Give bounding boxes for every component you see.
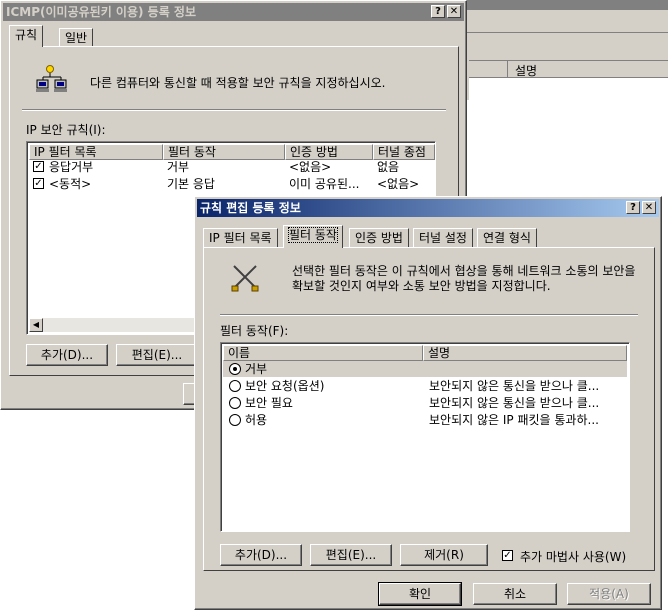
column-header-name[interactable]: 이름: [223, 345, 423, 361]
filter-action-radio[interactable]: [229, 414, 241, 426]
inner-dialog: 규칙 편집 등록 정보 ? ✕ IP 필터 목록 필터 동작 인증 방법 터널 …: [194, 196, 662, 610]
ok-button[interactable]: 확인: [378, 582, 462, 606]
column-header-description[interactable]: 설명: [423, 345, 627, 361]
cancel-button[interactable]: 취소: [473, 583, 557, 605]
rule-auth: 이미 공유된...: [289, 177, 360, 191]
rule-auth: <없음>: [289, 160, 332, 174]
rule-row[interactable]: ✓ <동적> 기본 응답 이미 공유된... <없음>: [29, 176, 435, 192]
rule-filter-list: <동적>: [49, 177, 92, 191]
filter-action-desc: 보안되지 않은 통신을 받으나 클...: [429, 396, 600, 410]
inner-title: 규칙 편집 등록 정보: [200, 201, 301, 215]
filter-action-radio[interactable]: [229, 397, 241, 409]
network-computers-icon: [36, 63, 70, 93]
rule-row[interactable]: ✓ 응답거부 거부 <없음> 없음: [29, 159, 435, 175]
filter-action-radio[interactable]: [229, 380, 241, 392]
column-header-action[interactable]: 필터 동작: [163, 144, 285, 160]
tab-auth-method[interactable]: 인증 방법: [349, 228, 409, 248]
horizontal-scrollbar[interactable]: ◀: [29, 318, 209, 332]
rule-tunnel: 없음: [377, 160, 400, 174]
rule-action: 기본 응답: [167, 177, 215, 191]
filter-action-name: 보안 필요: [245, 396, 293, 410]
filter-action-radio[interactable]: [229, 363, 241, 375]
inner-add-button[interactable]: 추가(D)...: [220, 544, 302, 566]
outer-separator: [22, 109, 446, 111]
column-header-filter-list[interactable]: IP 필터 목록: [29, 144, 163, 160]
inner-help-button[interactable]: ?: [626, 201, 640, 214]
filter-action-desc: 보안되지 않은 통신을 받으나 클...: [429, 379, 600, 393]
filter-actions-list[interactable]: 이름 설명 거부 보안 요청(옵션) 보안되지 않은 통신을 받으나 클... …: [220, 342, 630, 532]
background-window: 설명: [460, 0, 668, 101]
inner-description: 선택한 필터 동작은 이 규칙에서 협상을 통해 네트워크 소통의 보안을 확보…: [292, 264, 636, 293]
rule-filter-list: 응답거부: [49, 160, 94, 174]
rules-label: IP 보안 규칙(I):: [26, 123, 106, 137]
tab-filter-action-label: 필터 동작: [288, 227, 338, 243]
tab-ip-filter-list[interactable]: IP 필터 목록: [203, 228, 278, 248]
remove-button[interactable]: 제거(R): [400, 544, 488, 566]
outer-title: ICMP(이미공유된키 이용) 등록 정보: [6, 5, 196, 19]
filter-action-name: 허용: [245, 413, 268, 427]
wizard-checkbox-label[interactable]: 추가 마법사 사용(W): [520, 548, 626, 565]
background-column-label: 설명: [515, 64, 538, 78]
background-title-bar: [461, 0, 668, 10]
filter-action-desc: 보안되지 않은 IP 패킷을 통과하...: [429, 413, 599, 427]
rule-action: 거부: [167, 160, 190, 174]
outer-description: 다른 컴퓨터와 통신할 때 적용할 보안 규칙을 지정하십시오.: [90, 76, 386, 90]
background-list: 설명: [469, 60, 668, 101]
tab-connection-type[interactable]: 연결 형식: [477, 228, 537, 248]
filter-action-name: 보안 요청(옵션): [245, 379, 325, 393]
column-header-tunnel[interactable]: 터널 종점: [373, 144, 435, 160]
filter-action-icon: [230, 262, 262, 294]
outer-edit-button[interactable]: 편집(E)...: [116, 344, 198, 366]
column-header-auth[interactable]: 인증 방법: [285, 144, 373, 160]
outer-tab-general[interactable]: 일반: [59, 28, 94, 48]
outer-tab-rules[interactable]: 규칙: [9, 25, 44, 47]
filter-action-row[interactable]: 보안 필요 보안되지 않은 통신을 받으나 클...: [223, 395, 627, 411]
inner-tab-panel: 선택한 필터 동작은 이 규칙에서 협상을 통해 네트워크 소통의 보안을 확보…: [203, 247, 655, 571]
rule-checkbox[interactable]: ✓: [33, 178, 44, 189]
filter-action-row[interactable]: 거부: [223, 361, 627, 377]
inner-separator: [220, 314, 638, 316]
inner-title-bar[interactable]: 규칙 편집 등록 정보 ? ✕: [197, 199, 659, 217]
filter-actions-label: 필터 동작(F):: [220, 324, 289, 338]
apply-button[interactable]: 적용(A): [567, 583, 651, 605]
rule-checkbox[interactable]: ✓: [33, 161, 44, 172]
filter-action-name: 거부: [245, 362, 268, 376]
scroll-left-arrow-icon[interactable]: ◀: [29, 318, 43, 332]
outer-help-button[interactable]: ?: [431, 5, 445, 18]
outer-close-button[interactable]: ✕: [447, 5, 461, 18]
filter-action-row[interactable]: 보안 요청(옵션) 보안되지 않은 통신을 받으나 클...: [223, 378, 627, 394]
tab-tunnel-settings[interactable]: 터널 설정: [413, 228, 473, 248]
outer-add-button[interactable]: 추가(D)...: [26, 344, 108, 366]
inner-close-button[interactable]: ✕: [642, 201, 656, 214]
outer-title-bar[interactable]: ICMP(이미공유된키 이용) 등록 정보 ? ✕: [3, 3, 464, 21]
background-column-header[interactable]: 설명: [469, 61, 668, 78]
filter-action-row[interactable]: 허용 보안되지 않은 IP 패킷을 통과하...: [223, 412, 627, 428]
wizard-checkbox[interactable]: ✓: [502, 550, 513, 561]
tab-filter-action[interactable]: 필터 동작: [283, 225, 343, 248]
background-toolbar: [467, 32, 668, 55]
rule-tunnel: <없음>: [377, 177, 420, 191]
inner-edit-button[interactable]: 편집(E)...: [310, 544, 392, 566]
